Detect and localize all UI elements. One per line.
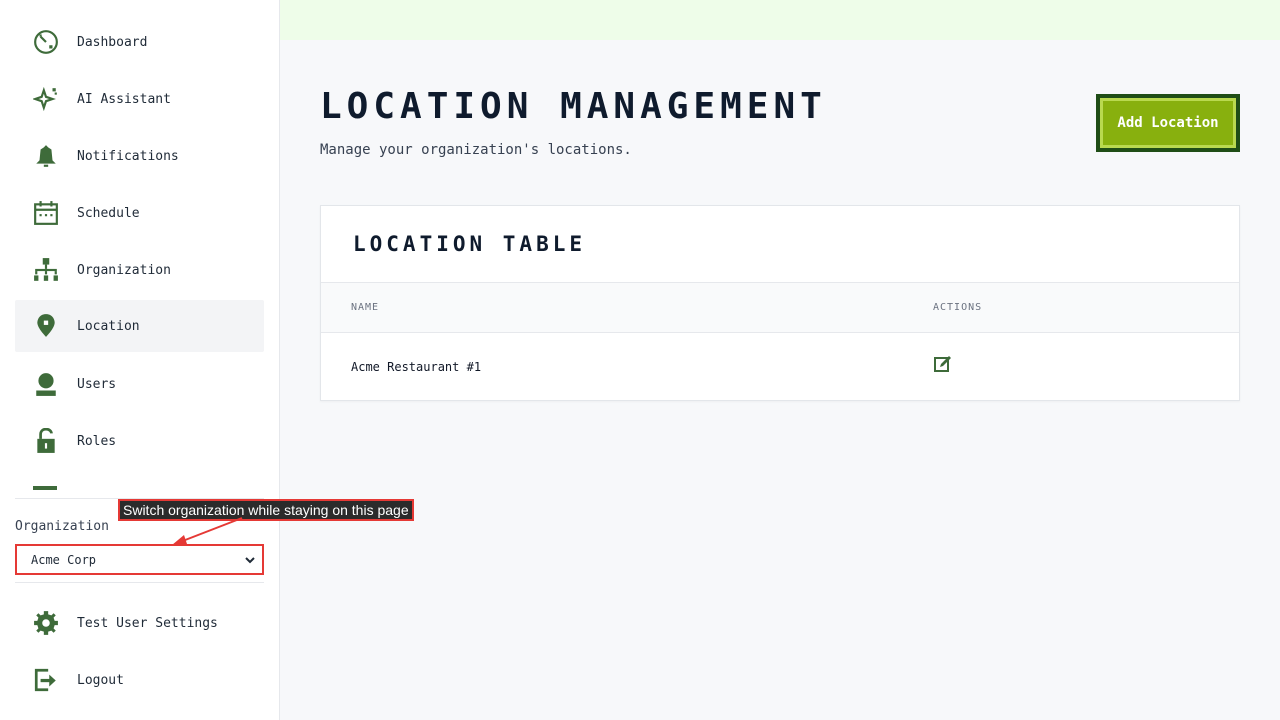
- sidebar-item-test-user-settings[interactable]: Test User Settings: [15, 597, 264, 649]
- org-chart-icon: [33, 257, 59, 283]
- edit-icon[interactable]: [934, 355, 952, 373]
- sidebar: Dashboard AI Assistant Notifications Sch…: [0, 0, 280, 720]
- logout-icon: [33, 667, 59, 693]
- bell-icon: [33, 143, 59, 169]
- add-location-button-label: Add Location: [1100, 98, 1236, 148]
- sidebar-item-organization[interactable]: Organization: [15, 244, 264, 296]
- sidebar-item-label: Roles: [77, 433, 117, 449]
- organization-select-value: Acme Corp: [31, 552, 97, 567]
- sidebar-item-roles[interactable]: Roles: [15, 415, 264, 467]
- sidebar-item-ai-assistant[interactable]: AI Assistant: [15, 73, 264, 125]
- sidebar-item-label: Test User Settings: [77, 615, 218, 631]
- sparkle-icon: [33, 86, 59, 112]
- sidebar-item-label: Organization: [77, 262, 171, 278]
- table-header: Name Actions: [321, 282, 1239, 333]
- sidebar-item-label: AI Assistant: [77, 91, 171, 107]
- sidebar-item-schedule[interactable]: Schedule: [15, 187, 264, 239]
- chevron-down-icon: [245, 557, 255, 564]
- column-header-actions: Actions: [933, 302, 983, 313]
- table-row: Acme Restaurant #1: [321, 333, 1239, 401]
- sidebar-item-label: Logout: [77, 672, 124, 688]
- partial-nav-icon: [33, 486, 57, 490]
- sidebar-item-label: Dashboard: [77, 34, 148, 50]
- table-title: Location Table: [353, 232, 587, 256]
- page-title: Location Management: [320, 86, 827, 127]
- organization-select[interactable]: Acme Corp: [15, 544, 264, 575]
- sidebar-item-label: Users: [77, 376, 117, 392]
- annotation-tooltip: Switch organization while staying on thi…: [118, 499, 414, 521]
- page-subtitle: Manage your organization's locations.: [320, 142, 632, 158]
- sidebar-item-logout[interactable]: Logout: [15, 654, 264, 706]
- top-banner: [280, 0, 1280, 40]
- sidebar-divider: [15, 582, 264, 583]
- user-icon: [33, 371, 59, 397]
- add-location-button[interactable]: Add Location: [1096, 94, 1240, 152]
- calendar-icon: [33, 200, 59, 226]
- dashboard-icon: [33, 29, 59, 55]
- location-pin-icon: [33, 313, 59, 339]
- annotation-arrow-icon: [172, 517, 243, 545]
- sidebar-item-label: Notifications: [77, 148, 179, 164]
- location-name-cell: Acme Restaurant #1: [351, 360, 482, 374]
- sidebar-nav: Dashboard AI Assistant Notifications Sch…: [15, 0, 264, 490]
- lock-icon: [33, 428, 59, 454]
- sidebar-item-dashboard[interactable]: Dashboard: [15, 16, 264, 68]
- organization-label: Organization: [15, 519, 109, 534]
- column-header-name: Name: [351, 302, 380, 313]
- gear-icon: [33, 610, 59, 636]
- sidebar-item-label: Location: [77, 318, 140, 334]
- sidebar-item-notifications[interactable]: Notifications: [15, 130, 264, 182]
- sidebar-item-users[interactable]: Users: [15, 358, 264, 410]
- sidebar-item-location[interactable]: Location: [15, 300, 264, 352]
- sidebar-item-label: Schedule: [77, 205, 140, 221]
- location-table-card: Location Table Name Actions Acme Restaur…: [320, 205, 1240, 401]
